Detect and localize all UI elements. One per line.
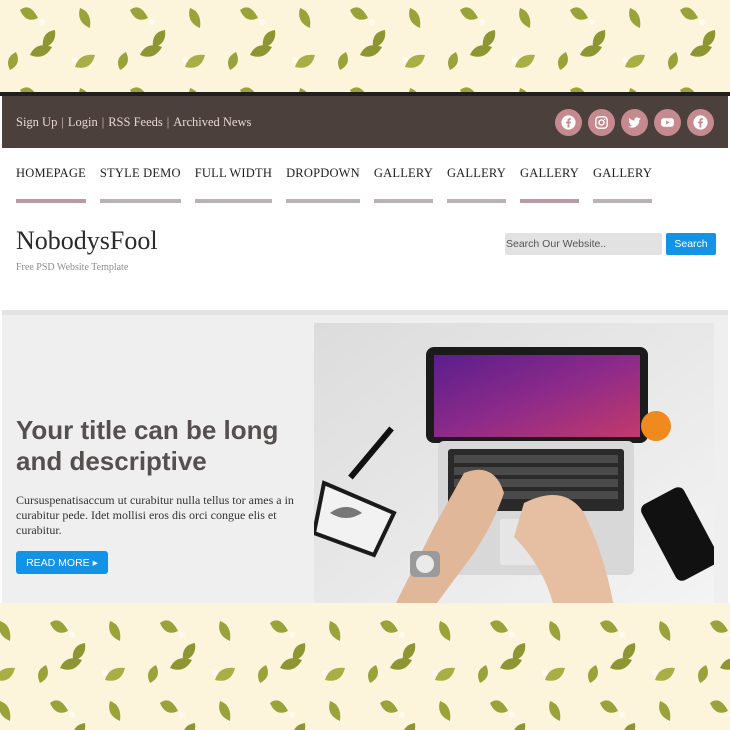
hero-image-laptop-desk — [314, 323, 714, 603]
top-links: Sign Up | Login | RSS Feeds | Archived N… — [16, 115, 251, 130]
nav-item-homepage[interactable]: HOMEPAGE — [16, 166, 86, 203]
link-separator: | — [166, 114, 170, 129]
twitter-icon[interactable] — [621, 108, 648, 136]
hero-text: Cursuspenatisaccum ut curabitur nulla te… — [16, 493, 294, 537]
nav-item-gallery[interactable]: GALLERY — [593, 166, 653, 203]
social-icons — [555, 108, 714, 136]
nav-item-gallery[interactable]: GALLERY — [446, 166, 506, 203]
site-tagline: Free PSD Website Template — [16, 262, 129, 273]
site-logo-text[interactable]: NobodysFool — [16, 228, 158, 254]
facebook-icon[interactable] — [555, 108, 582, 136]
nav-item-full-width[interactable]: FULL WIDTH — [194, 166, 273, 203]
nav-item-style-demo[interactable]: STYLE DEMO — [99, 166, 181, 203]
instagram-icon[interactable] — [588, 108, 615, 136]
hero-section: Your title can be long and descriptive C… — [2, 315, 728, 603]
facebook-icon[interactable] — [687, 108, 714, 136]
leaf-pattern-top — [0, 0, 730, 92]
read-more-button[interactable]: READ MORE ▸ — [16, 551, 108, 574]
search-button[interactable]: Search — [666, 233, 716, 255]
youtube-icon[interactable] — [654, 108, 681, 136]
main-nav: HOMEPAGE STYLE DEMO FULL WIDTH DROPDOWN … — [16, 166, 653, 203]
signup-link[interactable]: Sign Up — [16, 115, 57, 130]
search-input[interactable] — [505, 233, 662, 255]
website-preview: Sign Up | Login | RSS Feeds | Archived N… — [0, 92, 730, 603]
nav-item-gallery[interactable]: GALLERY — [520, 166, 580, 203]
login-link[interactable]: Login — [68, 115, 98, 130]
hero-title: Your title can be long and descriptive — [16, 415, 279, 476]
link-separator: | — [61, 114, 64, 129]
rss-feeds-link[interactable]: RSS Feeds — [108, 115, 163, 130]
read-more-label: READ MORE — [26, 556, 90, 569]
link-separator: | — [101, 114, 105, 129]
nav-item-gallery[interactable]: GALLERY — [373, 166, 433, 203]
leaf-pattern-bottom — [0, 603, 730, 730]
top-bar: Sign Up | Login | RSS Feeds | Archived N… — [2, 96, 728, 148]
arrow-right-icon: ▸ — [92, 556, 98, 569]
search-form: Search — [505, 233, 716, 255]
site-branding: NobodysFool Free PSD Website Template — [16, 228, 158, 274]
nav-item-dropdown[interactable]: DROPDOWN — [286, 166, 360, 203]
archived-news-link[interactable]: Archived News — [173, 115, 251, 130]
